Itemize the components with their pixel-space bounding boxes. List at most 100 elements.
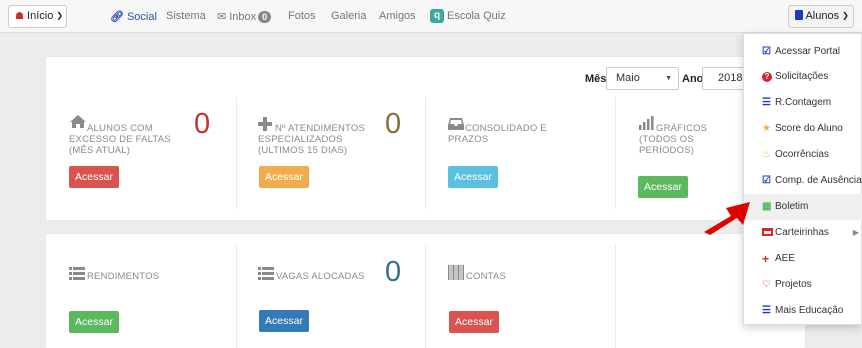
nav-sistema-label: Sistema (166, 10, 206, 22)
top-navbar: ☗ Início ❯ 🔗︎ Social Sistema ✉ Inbox 0 Fotos… (0, 0, 862, 33)
inicio-label: Início (27, 10, 54, 22)
fire-icon: ♨ (762, 149, 771, 160)
card-title: VAGAS ALOCADAS (276, 271, 365, 282)
card-title: CONTAS (466, 271, 507, 282)
star-icon: ★ (762, 123, 771, 134)
card-divider (615, 97, 616, 209)
menu-item-acessar-portal[interactable]: ☑ Acessar Portal (744, 39, 862, 65)
faltas-count: 0 (194, 108, 211, 140)
card-divider (425, 244, 426, 348)
card-title-line: PRAZOS (448, 134, 489, 145)
card-title-line: (MÊS ATUAL) (69, 145, 131, 156)
card-title-line: (TODOS OS (639, 134, 694, 145)
card-title-line: CONSOLIDADO E (465, 123, 547, 134)
atendimentos-count: 0 (385, 108, 402, 140)
menu-item-r-contagem[interactable]: ☰ R.Contagem (744, 90, 862, 116)
menu-item-carteirinhas[interactable]: Carteirinhas ▶ (744, 220, 862, 246)
list-icon: ☰ (762, 97, 771, 108)
card-title-line: Nº ATENDIMENTOS (275, 123, 366, 134)
card-title-line: PERÍODOS) (639, 145, 695, 156)
menu-item-comp-ausencia[interactable]: ☑ Comp. de Ausência (744, 168, 862, 194)
acessar-graficos-button[interactable]: Acessar (638, 176, 688, 198)
acessar-contas-button[interactable]: Acessar (449, 311, 499, 333)
grid-icon: ▦ (762, 201, 772, 212)
card-title: CONSOLIDADO E PRAZOS (448, 123, 578, 145)
mes-select[interactable]: Maio ▼ (606, 67, 679, 90)
menu-item-label: R.Contagem (775, 97, 832, 108)
acessar-atendimentos-button[interactable]: Acessar (259, 166, 309, 188)
question-circle-icon: ? (762, 64, 772, 90)
book-icon (795, 10, 803, 20)
chevron-right-icon: ▶ (852, 228, 859, 237)
vagas-count: 0 (385, 256, 402, 288)
quiz-logo-icon: q (430, 9, 444, 23)
alunos-dropdown-button[interactable]: Alunos ❯ (788, 5, 854, 28)
card-icon (762, 220, 773, 246)
nav-sistema[interactable]: Sistema (166, 10, 206, 22)
nav-amigos[interactable]: Amigos (379, 10, 416, 22)
heart-icon: ♡ (762, 279, 771, 290)
menu-item-label: Comp. de Ausência (775, 175, 862, 186)
nav-amigos-label: Amigos (379, 10, 416, 22)
acessar-consolidado-button[interactable]: Acessar (448, 166, 498, 188)
card-title: ALUNOS COM EXCESSO DE FALTAS (MÊS ATUAL) (69, 123, 199, 156)
chevron-down-icon: ❯ (56, 11, 64, 20)
nav-social[interactable]: 🔗︎ Social (110, 10, 157, 23)
chevron-down-icon: ❯ (842, 11, 849, 20)
nav-escola-quiz-label: Escola Quiz (447, 10, 506, 22)
nav-escola-quiz[interactable]: q Escola Quiz (430, 9, 506, 24)
alunos-label: Alunos (805, 10, 840, 22)
envelope-icon: ✉ (217, 11, 227, 23)
card-title-line: ESPECIALIZADOS (258, 134, 343, 145)
menu-item-boletim[interactable]: ▦ Boletim (744, 194, 862, 220)
nav-social-label: Social (126, 11, 157, 23)
card-divider (425, 97, 426, 209)
menu-item-label: Boletim (775, 201, 809, 212)
list-icon (69, 267, 85, 280)
card-title-line: ALUNOS COM (87, 123, 153, 134)
home-icon: ☗ (15, 11, 24, 22)
menu-item-label: Projetos (775, 279, 812, 290)
card-title: RENDIMENTOS (87, 271, 160, 282)
nav-fotos[interactable]: Fotos (288, 10, 316, 22)
list-icon: ☰ (762, 305, 771, 316)
ano-label: Ano (682, 73, 704, 85)
nav-galeria[interactable]: Galeria (331, 10, 366, 22)
list-icon (258, 267, 274, 280)
card-title-line: GRÁFICOS (656, 123, 708, 134)
menu-item-mais-educacao[interactable]: ☰ Mais Educação (744, 298, 862, 324)
menu-item-label: Solicitações (775, 71, 829, 82)
menu-item-score-do-aluno[interactable]: ★ Score do Aluno (744, 116, 862, 142)
card-title: GRÁFICOS (TODOS OS PERÍODOS) (639, 123, 739, 156)
menu-item-label: Score do Aluno (775, 123, 843, 134)
acessar-vagas-button[interactable]: Acessar (259, 310, 309, 332)
acessar-rendimentos-button[interactable]: Acessar (69, 311, 119, 333)
nav-inbox[interactable]: ✉ Inbox 0 (217, 10, 272, 23)
menu-item-label: Acessar Portal (775, 46, 841, 57)
card-title-line: (ULTIMOS 15 DIAS) (258, 145, 348, 156)
menu-item-ocorrencias[interactable]: ♨ Ocorrências (744, 142, 862, 168)
card-divider (236, 97, 237, 209)
annotation-arrow-icon (704, 202, 750, 235)
select-caret-icon: ▼ (665, 75, 672, 82)
nav-inbox-label: Inbox (229, 11, 257, 23)
menu-item-aee[interactable]: + AEE (744, 246, 862, 272)
check-square-icon: ☑ (762, 175, 771, 186)
acessar-faltas-button[interactable]: Acessar (69, 166, 119, 188)
menu-item-solicitacoes[interactable]: ? Solicitações (744, 64, 862, 90)
link-icon: 🔗︎ (110, 11, 124, 23)
menu-item-label: AEE (775, 253, 796, 264)
check-square-icon: ☑ (762, 46, 771, 57)
menu-item-label: Mais Educação (775, 305, 844, 316)
card-title: Nº ATENDIMENTOS ESPECIALIZADOS (ULTIMOS … (258, 123, 388, 156)
menu-item-label: Carteirinhas (775, 227, 829, 238)
menu-item-projetos[interactable]: ♡ Projetos (744, 272, 862, 298)
nav-fotos-label: Fotos (288, 10, 316, 22)
card-divider (236, 244, 237, 348)
alunos-dropdown-menu: ☑ Acessar Portal ? Solicitações ☰ R.Contage… (743, 33, 862, 325)
barcode-icon (448, 265, 464, 280)
inicio-dropdown-button[interactable]: ☗ Início ❯ (8, 5, 67, 28)
inbox-count-badge: 0 (258, 11, 272, 23)
nav-galeria-label: Galeria (331, 10, 367, 22)
mes-select-value: Maio (616, 72, 640, 84)
